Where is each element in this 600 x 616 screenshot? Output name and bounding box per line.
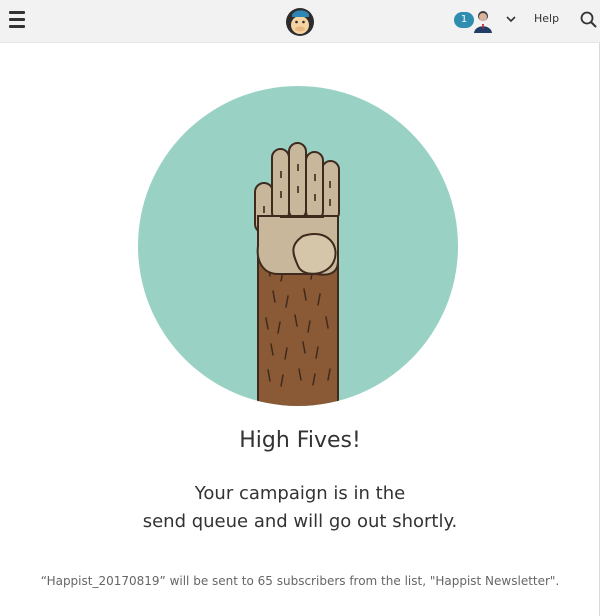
page: 1 Help High Fives! Your campaign is in t…	[0, 0, 600, 616]
mailchimp-logo[interactable]	[283, 4, 317, 38]
confirmation-message-line-1: Your campaign is in the	[194, 483, 406, 504]
confirmation-message: Your campaign is in the send queue and w…	[0, 480, 600, 536]
page-title: High Fives!	[239, 428, 361, 453]
chevron-down-icon[interactable]	[505, 13, 517, 25]
high-five-illustration	[138, 86, 458, 406]
campaign-summary-note: “Happist_20170819” will be sent to 65 su…	[40, 574, 560, 588]
user-avatar[interactable]	[470, 7, 496, 33]
hamburger-menu-icon[interactable]	[9, 11, 25, 29]
search-icon[interactable]	[580, 11, 597, 28]
confirmation-message-line-2: send queue and will go out shortly.	[142, 511, 458, 532]
top-navigation-bar: 1 Help	[0, 0, 600, 43]
help-link[interactable]: Help	[534, 12, 559, 25]
